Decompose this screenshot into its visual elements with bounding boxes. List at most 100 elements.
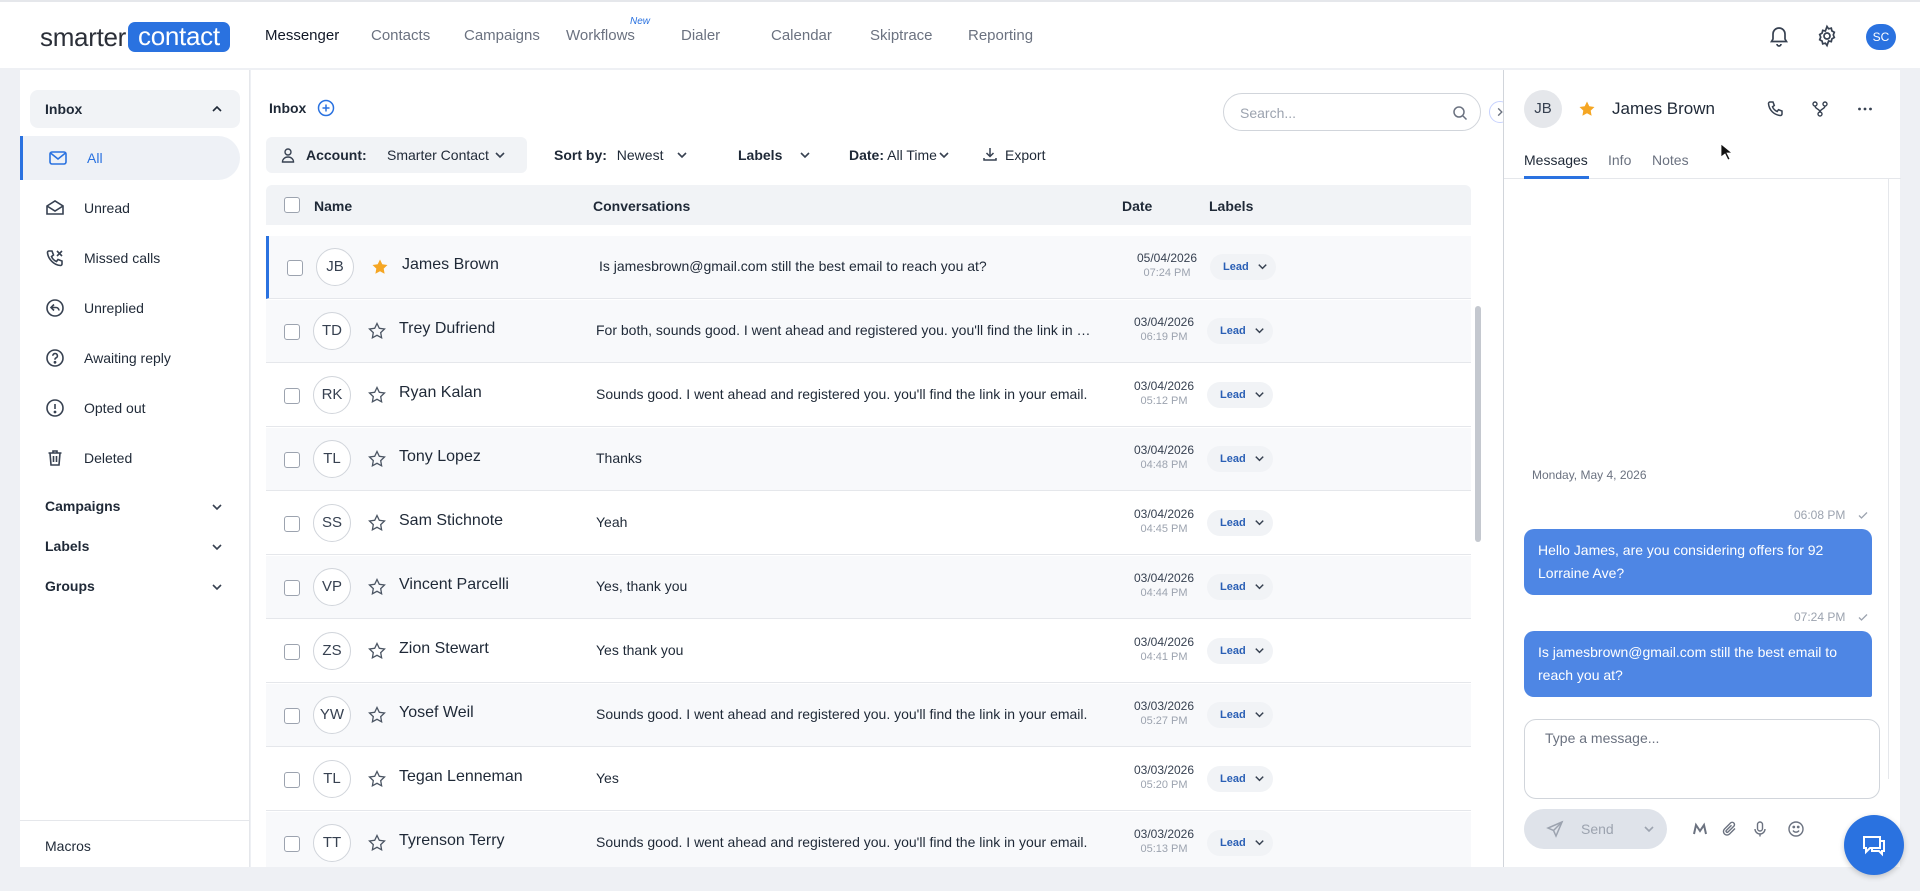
account-filter[interactable]: Account: Smarter Contact [266,137,527,173]
star-outline-icon[interactable] [368,322,386,340]
scrollbar-thumb[interactable] [1475,306,1481,542]
sidebar-item-unread[interactable]: Unread [20,186,240,230]
microphone-icon[interactable] [1751,820,1769,838]
message-input[interactable]: Type a message... [1524,719,1880,799]
row-checkbox[interactable] [284,580,300,596]
sidebar-item-all[interactable]: All [20,136,240,180]
row-checkbox[interactable] [284,452,300,468]
export-button[interactable]: Export [1005,147,1045,163]
sidebar-group-campaigns[interactable]: Campaigns [45,498,120,514]
nav-contacts[interactable]: Contacts [371,27,430,44]
label-dropdown[interactable]: Lead [1207,446,1273,472]
table-row[interactable]: JB James Brown Is jamesbrown@gmail.com sti… [266,236,1471,299]
row-checkbox[interactable] [284,516,300,532]
bell-icon[interactable] [1767,24,1791,48]
gear-icon[interactable] [1815,24,1839,48]
star-outline-icon[interactable] [368,706,386,724]
labels-filter[interactable]: Labels [738,147,782,163]
label-dropdown[interactable]: Lead [1207,638,1273,664]
search-input[interactable]: Search... [1223,93,1481,131]
row-checkbox[interactable] [284,772,300,788]
nav-dialer[interactable]: Dialer [681,27,720,44]
label-dropdown[interactable]: Lead [1210,254,1276,280]
scrollbar[interactable] [1473,236,1483,867]
sidebar-item-unreplied[interactable]: Unreplied [20,286,240,330]
chevron-down-icon[interactable] [210,580,224,594]
sidebar-item-missed-calls[interactable]: Missed calls [20,236,240,280]
nav-reporting[interactable]: Reporting [968,27,1033,44]
chevron-down-icon[interactable] [210,500,224,514]
nav-calendar[interactable]: Calendar [771,27,832,44]
tab-info[interactable]: Info [1608,152,1631,168]
row-checkbox[interactable] [284,388,300,404]
chevron-down-icon[interactable] [798,148,812,162]
row-checkbox[interactable] [284,644,300,660]
send-button[interactable]: Send [1524,809,1667,849]
select-all-checkbox[interactable] [284,197,300,213]
download-icon[interactable] [982,146,998,162]
row-checkbox[interactable] [287,260,303,276]
chevron-down-icon [1255,392,1264,398]
macro-icon[interactable] [1691,820,1709,838]
label-dropdown[interactable]: Lead [1207,702,1273,728]
sort-filter[interactable]: Sort by: Newest [554,147,663,163]
label-dropdown[interactable]: Lead [1207,574,1273,600]
tab-messages[interactable]: Messages [1524,152,1588,168]
user-avatar[interactable]: SC [1866,24,1896,50]
chevron-down-icon[interactable] [675,148,689,162]
sidebar-macros[interactable]: Macros [45,838,91,854]
emoji-icon[interactable] [1787,820,1805,838]
star-outline-icon[interactable] [368,450,386,468]
table-row[interactable]: TT Tyrenson Terry Sounds good. I went ahea… [266,812,1471,867]
sidebar-item-deleted[interactable]: Deleted [20,436,240,480]
table-row[interactable]: VP Vincent Parcelli Yes, thank you 03/04/20… [266,556,1471,619]
chat-support-button[interactable] [1844,815,1904,875]
more-horizontal-icon[interactable] [1856,100,1874,118]
chevron-down-icon[interactable] [1642,822,1656,836]
add-circle-icon[interactable] [317,99,335,117]
sidebar-group-labels[interactable]: Labels [45,538,89,554]
table-row[interactable]: YW Yosef Weil Sounds good. I went ahead an… [266,684,1471,747]
table-row[interactable]: SS Sam Stichnote Yeah 03/04/2026 04:45 PM Lea… [266,492,1471,555]
brand-logo[interactable]: smarter contact [40,22,230,52]
table-row[interactable]: TL Tegan Lenneman Yes 03/03/2026 05:20 PM Lea… [266,748,1471,811]
sidebar-inbox-toggle[interactable]: Inbox [30,90,240,128]
label-dropdown[interactable]: Lead [1207,382,1273,408]
nav-messenger[interactable]: Messenger [265,27,339,44]
sidebar-item-opted-out[interactable]: Opted out [20,386,240,430]
workflow-icon[interactable] [1811,100,1829,118]
label-dropdown[interactable]: Lead [1207,830,1273,856]
label-dropdown[interactable]: Lead [1207,510,1273,536]
table-row[interactable]: RK Ryan Kalan Sounds good. I went ahead an… [266,364,1471,427]
sidebar-group-groups[interactable]: Groups [45,578,95,594]
sidebar-item-awaiting-reply[interactable]: Awaiting reply [20,336,240,380]
nav-skiptrace[interactable]: Skiptrace [870,27,933,44]
star-outline-icon[interactable] [368,514,386,532]
column-header-name[interactable]: Name [314,198,352,214]
nav-campaigns[interactable]: Campaigns [464,27,540,44]
row-checkbox[interactable] [284,836,300,852]
label-dropdown[interactable]: Lead [1207,318,1273,344]
table-row[interactable]: TL Tony Lopez Thanks 03/04/2026 04:48 PM Lead [266,428,1471,491]
chevron-down-icon[interactable] [210,540,224,554]
star-outline-icon[interactable] [368,770,386,788]
star-filled-icon[interactable] [1578,100,1596,118]
row-checkbox[interactable] [284,324,300,340]
star-outline-icon[interactable] [368,386,386,404]
star-outline-icon[interactable] [368,642,386,660]
label-dropdown[interactable]: Lead [1207,766,1273,792]
tab-notes[interactable]: Notes [1652,152,1689,168]
phone-icon[interactable] [1766,100,1784,118]
table-row[interactable]: TD Trey Dufriend For both, sounds good. I … [266,300,1471,363]
row-checkbox[interactable] [284,708,300,724]
date-filter[interactable]: Date: All Time [849,147,937,163]
column-header-date[interactable]: Date [1122,198,1152,214]
star-filled-icon[interactable] [371,258,389,276]
table-row[interactable]: ZS Zion Stewart Yes thank you 03/04/2026 04:… [266,620,1471,683]
star-outline-icon[interactable] [368,578,386,596]
avatar[interactable]: JB [1524,90,1562,128]
paperclip-icon[interactable] [1721,820,1739,838]
chevron-down-icon[interactable] [937,148,951,162]
nav-workflows[interactable]: Workflows [566,27,635,44]
star-outline-icon[interactable] [368,834,386,852]
